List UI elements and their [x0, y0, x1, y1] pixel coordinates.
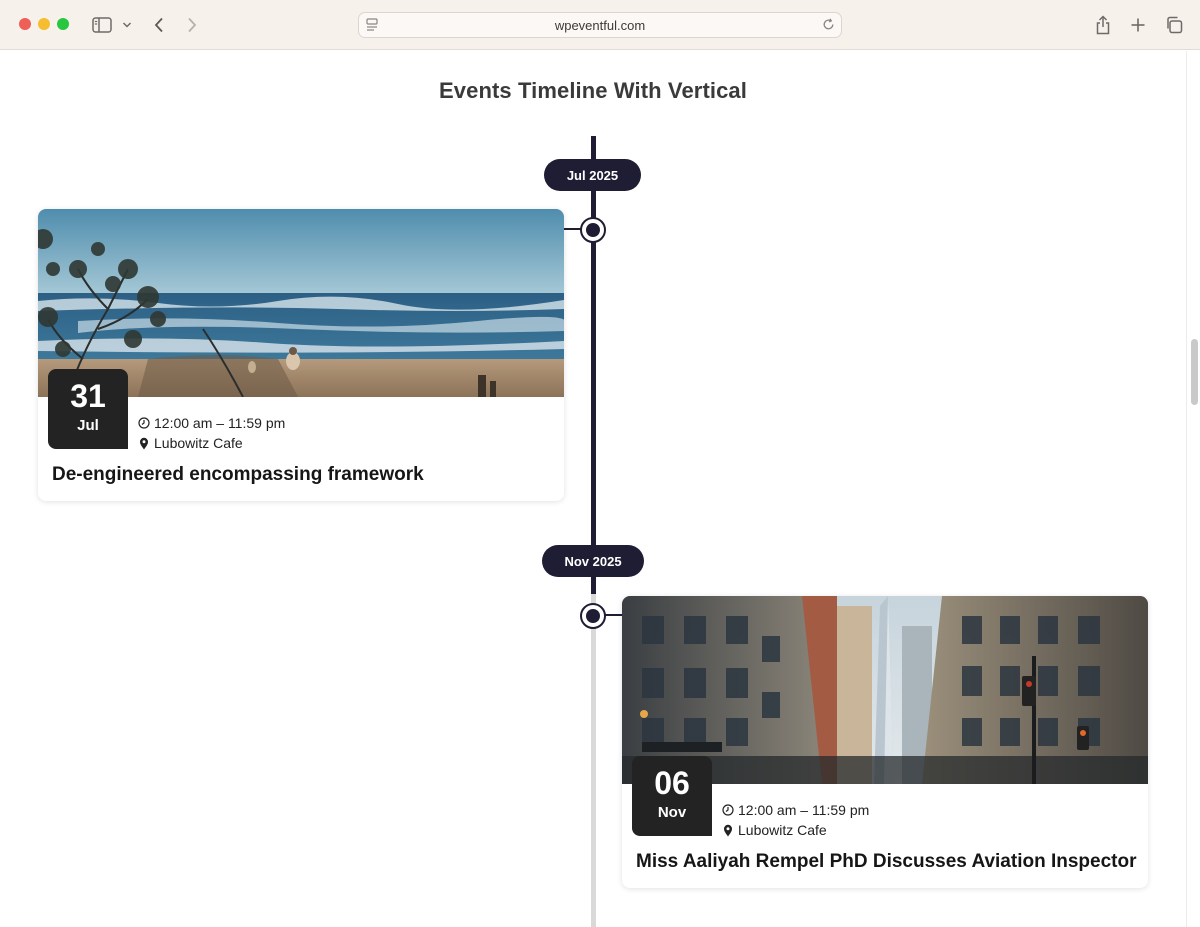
- event-meta: 12:00 am – 11:59 pm Lubowitz Cafe: [138, 413, 285, 453]
- event-title-link[interactable]: Miss Aaliyah Rempel PhD Discusses Aviati…: [636, 851, 1137, 873]
- event-card[interactable]: 31 Jul 12:00 am – 11:59 pm Lubowitz Cafe…: [38, 209, 564, 501]
- month-label-nov-2025: Nov 2025: [542, 545, 644, 577]
- clock-icon: [722, 804, 734, 816]
- minimize-window-button[interactable]: [38, 18, 50, 30]
- month-label-jul-2025: Jul 2025: [544, 159, 641, 191]
- event-day: 31: [70, 378, 106, 414]
- clock-icon: [138, 417, 150, 429]
- event-title-link[interactable]: De-engineered encompassing framework: [52, 464, 424, 486]
- zoom-window-button[interactable]: [57, 18, 69, 30]
- event-date-badge: 31 Jul: [48, 369, 128, 449]
- url-text: wpeventful.com: [554, 18, 646, 33]
- share-icon[interactable]: [1093, 13, 1113, 37]
- chevron-down-icon[interactable]: [120, 13, 134, 37]
- event-month: Nov: [657, 804, 687, 821]
- event-month: Jul: [77, 417, 99, 434]
- timeline-line-upcoming: [591, 594, 596, 927]
- event-card[interactable]: 06 Nov 12:00 am – 11:59 pm Lubowitz Cafe…: [622, 596, 1148, 888]
- map-pin-icon: [724, 824, 732, 836]
- timeline-node: [580, 217, 606, 243]
- event-location[interactable]: Lubowitz Cafe: [738, 822, 827, 838]
- tabs-icon[interactable]: [1163, 13, 1185, 37]
- page-title: Events Timeline With Vertical: [439, 78, 747, 103]
- map-pin-icon: [140, 437, 148, 449]
- browser-toolbar: wpeventful.com: [0, 0, 1200, 50]
- plus-icon[interactable]: [1128, 13, 1148, 37]
- scrollbar-thumb[interactable]: [1191, 339, 1198, 405]
- close-window-button[interactable]: [19, 18, 31, 30]
- event-date-badge: 06 Nov: [632, 756, 712, 836]
- address-bar[interactable]: wpeventful.com: [358, 12, 842, 38]
- event-day: 06: [654, 765, 690, 801]
- event-time: 12:00 am – 11:59 pm: [738, 802, 870, 818]
- page-content: Events Timeline With Vertical Jul 2025 3…: [0, 51, 1186, 927]
- sidebar-icon[interactable]: [90, 13, 114, 37]
- event-meta: 12:00 am – 11:59 pm Lubowitz Cafe: [722, 800, 869, 840]
- event-time: 12:00 am – 11:59 pm: [154, 415, 286, 431]
- back-icon[interactable]: [150, 13, 168, 37]
- timeline-line: [591, 136, 596, 594]
- reload-icon[interactable]: [822, 18, 835, 36]
- timeline-connector: [604, 614, 624, 616]
- forward-icon[interactable]: [183, 13, 201, 37]
- timeline-node: [580, 603, 606, 629]
- event-location[interactable]: Lubowitz Cafe: [154, 435, 243, 451]
- page-scrollbar[interactable]: [1186, 51, 1200, 927]
